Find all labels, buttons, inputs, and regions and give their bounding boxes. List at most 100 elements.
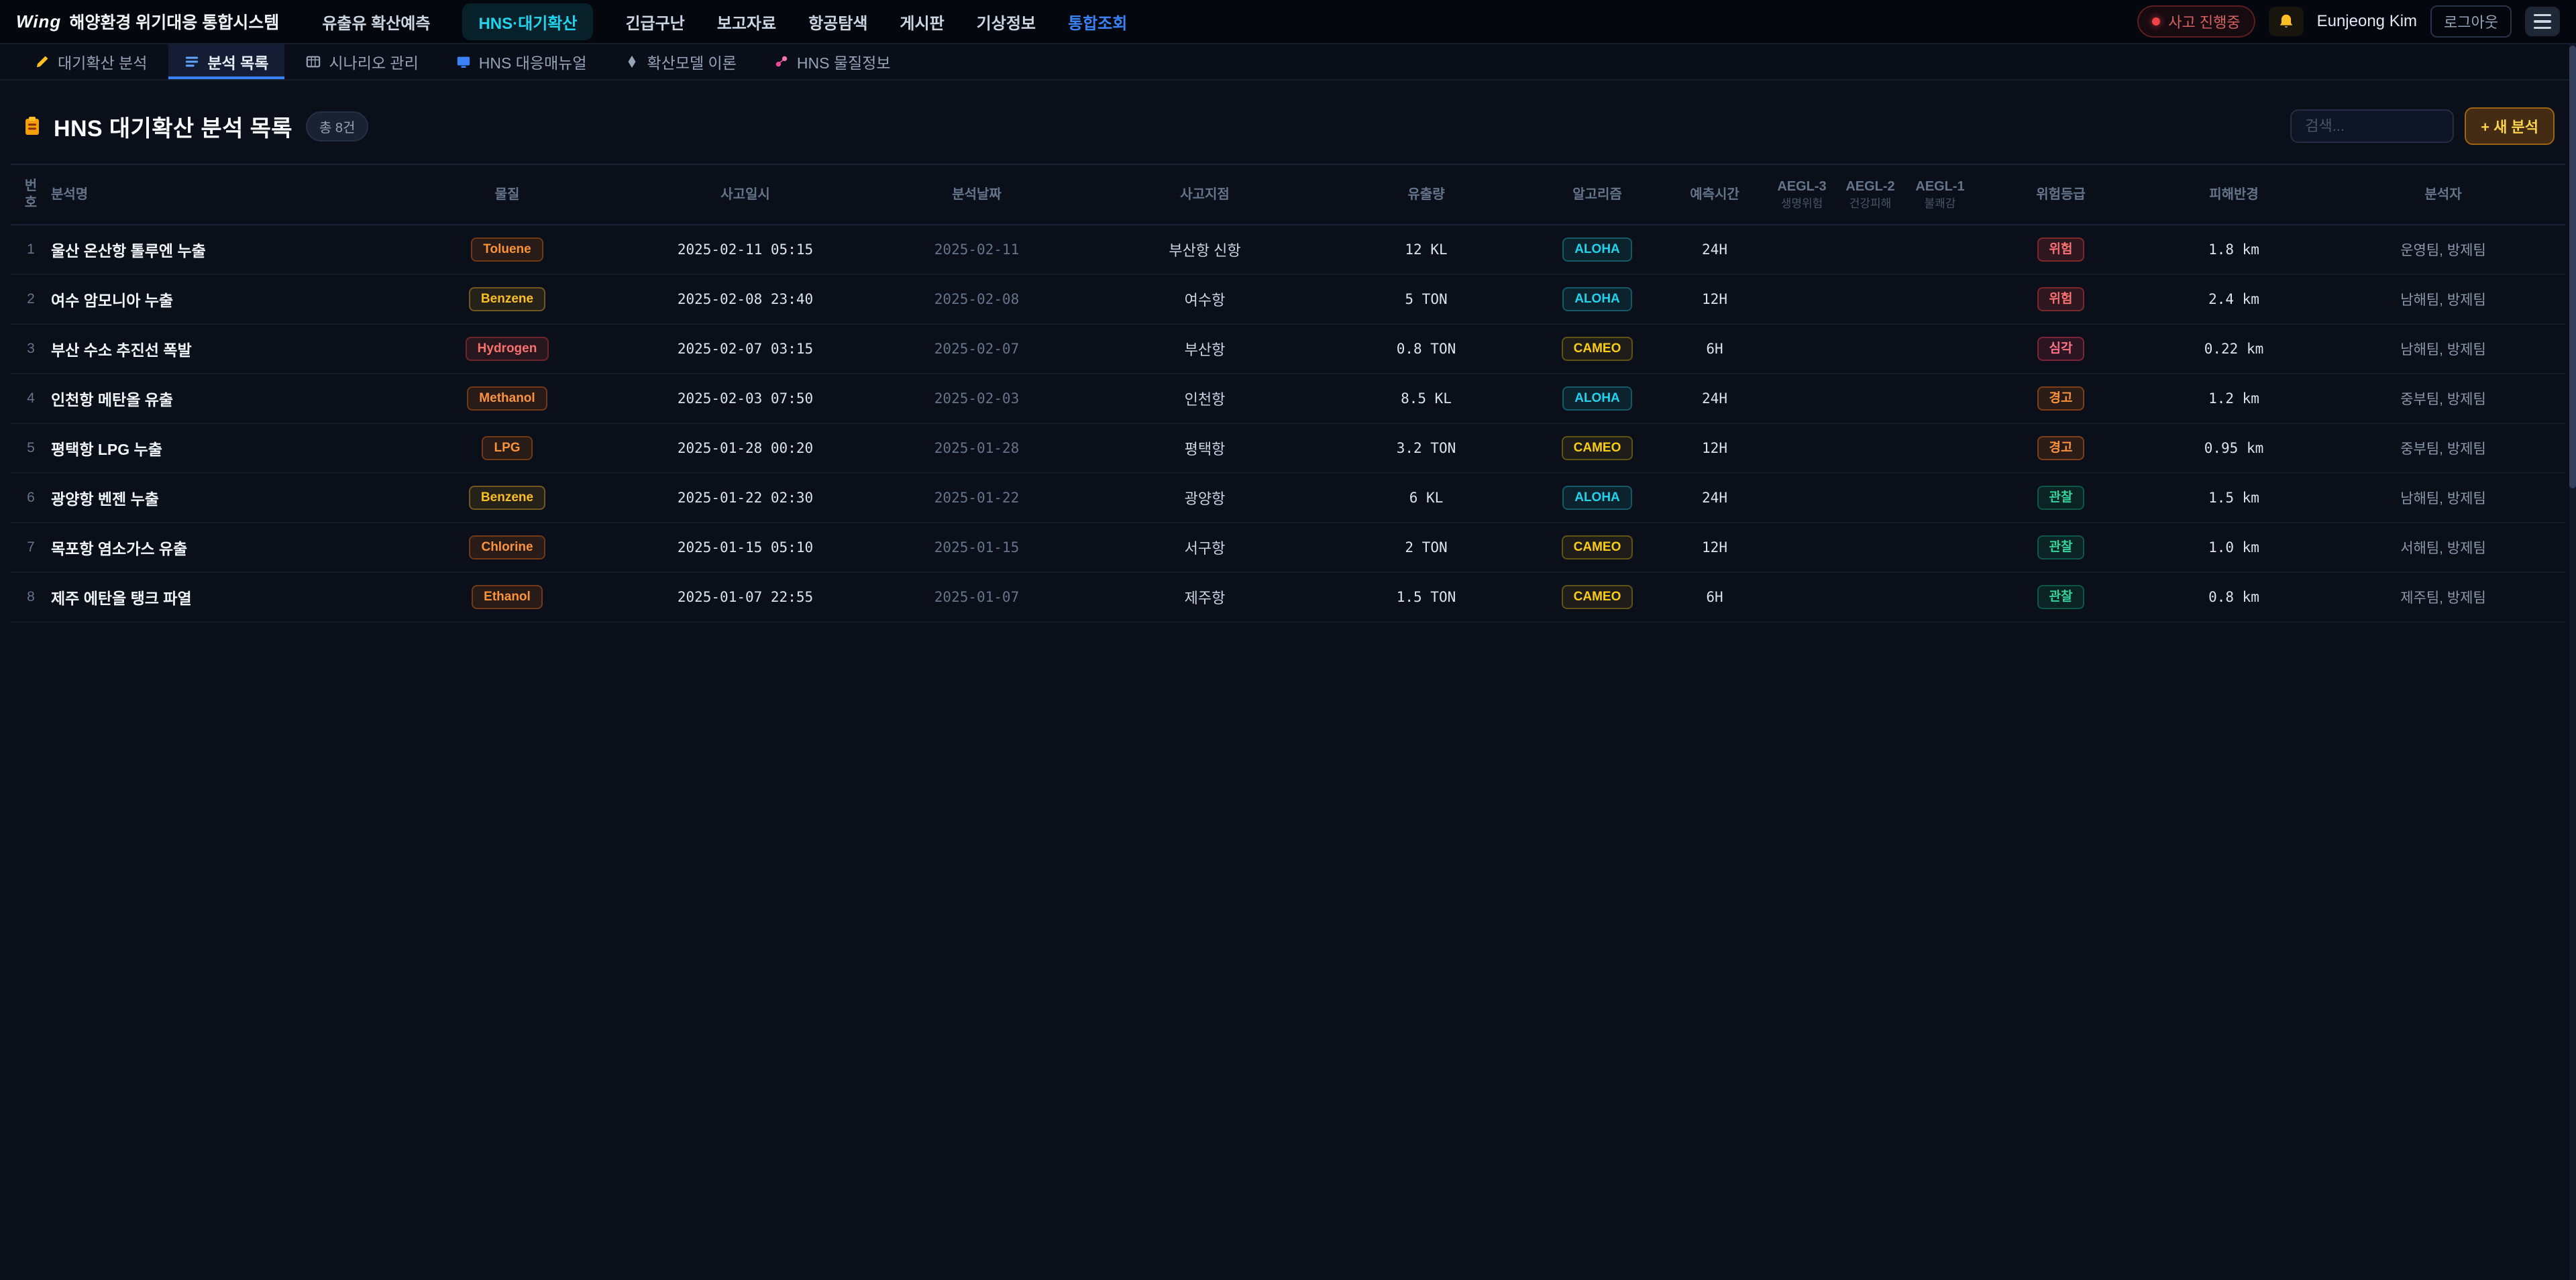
- top-navigation-bar: Wing 해양환경 위기대응 통합시스템 유출유 확산예측 HNS·대기확산 긴…: [0, 0, 2576, 44]
- cell-analysis-date: 2025-01-15: [863, 539, 1091, 555]
- analysis-table: 번호 분석명 물질 사고일시 분석날짜 사고지점 유출량 알고리즘 예측시간 A…: [0, 164, 2576, 623]
- cell-forecast-time: 24H: [1661, 490, 1768, 506]
- tab-dispersion-model-theory[interactable]: 확산모델 이론: [608, 44, 753, 79]
- cell-risk: 관찰: [1975, 585, 2147, 610]
- cell-substance: Hydrogen: [386, 337, 628, 362]
- nav-item-oil-spill[interactable]: 유출유 확산예측: [322, 10, 430, 34]
- cell-analyst: 남해팀, 방제팀: [2321, 488, 2565, 508]
- header-algorithm: 알고리즘: [1534, 186, 1661, 203]
- cell-risk: 경고: [1975, 436, 2147, 461]
- molecule-icon: [774, 54, 789, 69]
- cell-analysis-date: 2025-01-22: [863, 490, 1091, 506]
- manual-icon: [456, 54, 471, 69]
- substance-badge: Chlorine: [469, 535, 545, 560]
- table-row[interactable]: 2 여수 암모니아 누출 Benzene 2025-02-08 23:40 20…: [11, 275, 2565, 325]
- header-aegl2: AEGL-2건강피해: [1835, 178, 1905, 211]
- search-input[interactable]: [2290, 109, 2454, 143]
- header-location: 사고지점: [1091, 186, 1319, 203]
- cell-analysis-date: 2025-02-03: [863, 390, 1091, 407]
- cell-analyst: 남해팀, 방제팀: [2321, 339, 2565, 359]
- risk-badge: 경고: [2037, 436, 2085, 461]
- algorithm-badge: CAMEO: [1562, 337, 1633, 362]
- algorithm-badge: CAMEO: [1562, 535, 1633, 560]
- app-title: 해양환경 위기대응 통합시스템: [69, 9, 279, 34]
- cell-forecast-time: 12H: [1661, 291, 1768, 307]
- cell-radius: 1.0 km: [2147, 539, 2321, 555]
- cell-forecast-time: 6H: [1661, 589, 1768, 605]
- cell-amount: 3.2 TON: [1319, 440, 1534, 456]
- cell-analysis-date: 2025-02-11: [863, 242, 1091, 258]
- scrollbar[interactable]: [2569, 0, 2576, 1280]
- header-forecast-time: 예측시간: [1661, 186, 1768, 203]
- algorithm-badge: ALOHA: [1562, 237, 1632, 262]
- bell-icon: [2277, 13, 2295, 30]
- table-row[interactable]: 1 울산 온산항 톨루엔 누출 Toluene 2025-02-11 05:15…: [11, 225, 2565, 275]
- cell-accident-datetime: 2025-02-08 23:40: [628, 291, 863, 307]
- tab-hns-substance-info[interactable]: HNS 물질정보: [758, 44, 907, 79]
- cell-substance: Benzene: [386, 486, 628, 511]
- cell-substance: Chlorine: [386, 535, 628, 560]
- cell-analysis-date: 2025-02-08: [863, 291, 1091, 307]
- nav-item-emergency-rescue[interactable]: 긴급구난: [625, 10, 684, 34]
- cell-analysis-name: 평택항 LPG 누출: [51, 437, 386, 460]
- nav-item-integrated-search[interactable]: 통합조회: [1068, 10, 1127, 34]
- cell-analysis-name: 여수 암모니아 누출: [51, 288, 386, 311]
- cell-analysis-date: 2025-01-07: [863, 589, 1091, 605]
- cell-location: 평택항: [1091, 437, 1319, 459]
- total-count-badge: 총 8건: [306, 111, 368, 142]
- substance-badge: Toluene: [471, 237, 543, 262]
- tab-analysis-list[interactable]: 분석 목록: [168, 44, 284, 79]
- cell-row-number: 8: [11, 589, 51, 605]
- table-row[interactable]: 3 부산 수소 추진선 폭발 Hydrogen 2025-02-07 03:15…: [11, 325, 2565, 374]
- header-substance: 물질: [386, 186, 628, 203]
- cell-accident-datetime: 2025-02-07 03:15: [628, 341, 863, 357]
- header-risk: 위험등급: [1975, 186, 2147, 203]
- table-row[interactable]: 8 제주 에탄올 탱크 파열 Ethanol 2025-01-07 22:55 …: [11, 573, 2565, 623]
- nav-item-weather[interactable]: 기상정보: [977, 10, 1036, 34]
- cell-location: 서구항: [1091, 537, 1319, 558]
- table-row[interactable]: 6 광양항 벤젠 누출 Benzene 2025-01-22 02:30 202…: [11, 474, 2565, 523]
- header-aegl3: AEGL-3생명위험: [1768, 178, 1835, 211]
- table-header-row: 번호 분석명 물질 사고일시 분석날짜 사고지점 유출량 알고리즘 예측시간 A…: [11, 164, 2565, 225]
- risk-badge: 심각: [2037, 337, 2085, 362]
- tab-hns-response-manual[interactable]: HNS 대응매뉴얼: [440, 44, 603, 79]
- new-analysis-button[interactable]: + 새 분석: [2465, 107, 2555, 145]
- logout-button[interactable]: 로그아웃: [2430, 5, 2512, 38]
- cell-substance: Toluene: [386, 237, 628, 262]
- tab-scenario-management[interactable]: 시나리오 관리: [290, 44, 434, 79]
- scrollbar-thumb[interactable]: [2569, 46, 2576, 488]
- nav-item-aerial-search[interactable]: 항공탐색: [808, 10, 867, 34]
- cell-algorithm: ALOHA: [1534, 486, 1661, 511]
- tab-dispersion-analysis[interactable]: 대기확산 분석: [19, 44, 163, 79]
- cell-amount: 1.5 TON: [1319, 589, 1534, 605]
- hamburger-icon: [2534, 14, 2551, 16]
- hamburger-menu-button[interactable]: [2525, 7, 2560, 36]
- nav-item-hns-dispersion[interactable]: HNS·대기확산: [462, 3, 593, 40]
- nav-item-reports[interactable]: 보고자료: [717, 10, 776, 34]
- nav-item-board[interactable]: 게시판: [900, 10, 944, 34]
- table-row[interactable]: 4 인천항 메탄올 유출 Methanol 2025-02-03 07:50 2…: [11, 374, 2565, 424]
- risk-badge: 위험: [2037, 287, 2085, 312]
- cell-radius: 2.4 km: [2147, 291, 2321, 307]
- cell-algorithm: CAMEO: [1534, 585, 1661, 610]
- notifications-button[interactable]: [2269, 7, 2304, 36]
- cell-location: 부산항 신항: [1091, 239, 1319, 260]
- table-row[interactable]: 7 목포항 염소가스 유출 Chlorine 2025-01-15 05:10 …: [11, 523, 2565, 573]
- cell-accident-datetime: 2025-01-15 05:10: [628, 539, 863, 555]
- list-icon: [184, 54, 199, 69]
- cell-accident-datetime: 2025-01-22 02:30: [628, 490, 863, 506]
- header-radius: 피해반경: [2147, 186, 2321, 203]
- cell-substance: Methanol: [386, 386, 628, 411]
- cell-location: 광양항: [1091, 487, 1319, 509]
- clipboard-icon: [21, 115, 43, 137]
- cell-risk: 위험: [1975, 237, 2147, 262]
- cell-amount: 12 KL: [1319, 242, 1534, 258]
- substance-badge: Methanol: [467, 386, 547, 411]
- cell-risk: 위험: [1975, 287, 2147, 312]
- pencil-icon: [35, 54, 50, 69]
- cell-analysis-name: 부산 수소 추진선 폭발: [51, 337, 386, 360]
- cell-location: 부산항: [1091, 338, 1319, 360]
- table-row[interactable]: 5 평택항 LPG 누출 LPG 2025-01-28 00:20 2025-0…: [11, 424, 2565, 474]
- cell-row-number: 3: [11, 341, 51, 357]
- cell-radius: 1.2 km: [2147, 390, 2321, 407]
